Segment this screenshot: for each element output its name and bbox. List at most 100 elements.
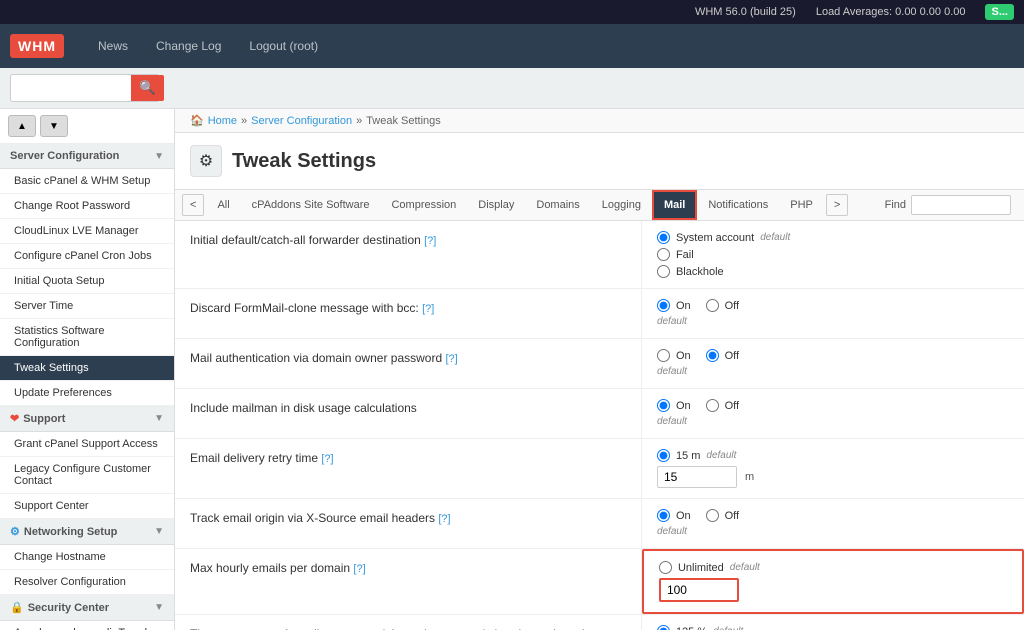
sidebar-item-basic-cpanel[interactable]: Basic cPanel & WHM Setup (0, 169, 174, 194)
nav-news[interactable]: News (84, 27, 142, 65)
sidebar-item-grant-support[interactable]: Grant cPanel Support Access (0, 432, 174, 457)
setting-control-formmail: On Off default (642, 289, 1024, 338)
nav-logout[interactable]: Logout (root) (235, 27, 332, 65)
tab-domains[interactable]: Domains (525, 191, 590, 219)
setting-control-catchall: System account default Fail Blackhole (642, 221, 1024, 288)
top-bar: WHM 56.0 (build 25) Load Averages: 0.00 … (0, 0, 1024, 24)
radio-fail: Fail (657, 248, 1009, 261)
help-link-formmail[interactable]: [?] (422, 303, 434, 315)
whm-version: WHM 56.0 (build 25) (695, 6, 796, 18)
sidebar-section-support[interactable]: ❤ Support ▼ (0, 406, 174, 432)
sidebar-item-cloudlinux[interactable]: CloudLinux LVE Manager (0, 219, 174, 244)
setting-control-maxhourly: Unlimited default (642, 549, 1024, 614)
sidebar-item-hostname[interactable]: Change Hostname (0, 545, 174, 570)
tab-notifications[interactable]: Notifications (697, 191, 779, 219)
help-link-maxhourly[interactable]: [?] (353, 563, 365, 575)
help-link-catchall[interactable]: [?] (424, 235, 436, 247)
retry-input-row: m (657, 466, 1009, 488)
search-bar: 🔍 (0, 68, 1024, 109)
sidebar-item-update-prefs[interactable]: Update Preferences (0, 381, 174, 406)
tab-php[interactable]: PHP (779, 191, 824, 219)
tab-next-button[interactable]: > (826, 194, 848, 216)
network-icon: ⚙ (10, 525, 20, 538)
radio-row-xsource: On Off (657, 509, 1009, 522)
breadcrumb: 🏠 Home » Server Configuration » Tweak Se… (175, 109, 1024, 133)
chevron-down-icon: ▼ (154, 151, 164, 162)
sidebar-down-arrow[interactable]: ▼ (40, 115, 68, 137)
breadcrumb-sep1: » (241, 115, 247, 127)
radio-blackhole: Blackhole (657, 265, 1009, 278)
main-layout: ▲ ▼ Server Configuration ▼ Basic cPanel … (0, 109, 1024, 630)
radio-blackhole-input[interactable] (657, 265, 670, 278)
tab-compression[interactable]: Compression (380, 191, 467, 219)
setting-label-catchall: Initial default/catch-all forwarder dest… (175, 221, 642, 288)
table-row: Include mailman in disk usage calculatio… (175, 389, 1024, 439)
sidebar-section-networking[interactable]: ⚙ Networking Setup ▼ (0, 519, 174, 545)
table-row: Track email origin via X-Source email he… (175, 499, 1024, 549)
breadcrumb-section[interactable]: Server Configuration (251, 115, 352, 127)
sidebar-item-resolver[interactable]: Resolver Configuration (0, 570, 174, 595)
radio-system-account: System account default (657, 231, 1009, 244)
tab-all[interactable]: All (206, 191, 240, 219)
retry-value-input[interactable] (657, 466, 737, 488)
radio-row-mailauth: On Off (657, 349, 1009, 362)
radio-mailman-on[interactable] (657, 399, 670, 412)
radio-formmail-off[interactable] (706, 299, 719, 312)
maxhourly-value-input[interactable] (659, 578, 739, 602)
sidebar-item-change-root[interactable]: Change Root Password (0, 194, 174, 219)
tab-display[interactable]: Display (467, 191, 525, 219)
tab-mail[interactable]: Mail (652, 190, 697, 220)
setting-control-percentage: 125 % default (642, 615, 1024, 630)
sidebar-item-server-time[interactable]: Server Time (0, 294, 174, 319)
sidebar-item-quota[interactable]: Initial Quota Setup (0, 269, 174, 294)
setting-label-mailauth: Mail authentication via domain owner pas… (175, 339, 642, 388)
sidebar-section-security[interactable]: 🔒 Security Center ▼ (0, 595, 174, 621)
help-link-xsource[interactable]: [?] (438, 513, 450, 525)
sidebar-section-networking-label: Networking Setup (24, 526, 154, 538)
chevron-down-icon-network: ▼ (154, 526, 164, 537)
sidebar-section-server-config[interactable]: Server Configuration ▼ (0, 144, 174, 169)
support-icon: ❤ (10, 412, 19, 425)
setting-control-mailman: On Off default (642, 389, 1024, 438)
setting-control-mailauth: On Off default (642, 339, 1024, 388)
tab-prev-button[interactable]: < (182, 194, 204, 216)
radio-row-formmail: On Off (657, 299, 1009, 312)
breadcrumb-home[interactable]: Home (208, 115, 237, 127)
radio-percentage-preset[interactable] (657, 625, 670, 630)
help-link-retry[interactable]: [?] (321, 453, 333, 465)
tab-logging[interactable]: Logging (591, 191, 652, 219)
sidebar-item-legacy-configure[interactable]: Legacy Configure Customer Contact (0, 457, 174, 494)
sidebar: ▲ ▼ Server Configuration ▼ Basic cPanel … (0, 109, 175, 630)
radio-retry-preset[interactable] (657, 449, 670, 462)
help-link-mailauth[interactable]: [?] (445, 353, 457, 365)
find-input[interactable] (911, 195, 1011, 215)
radio-mailauth-off[interactable] (706, 349, 719, 362)
radio-system-account-input[interactable] (657, 231, 670, 244)
setting-label-mailman: Include mailman in disk usage calculatio… (175, 389, 642, 438)
radio-xsource-off[interactable] (706, 509, 719, 522)
main-content: ⚙ Tweak Settings < All cPAddons Site Sof… (175, 133, 1024, 630)
tab-find-area: Find (877, 191, 1019, 219)
setting-label-maxhourly: Max hourly emails per domain [?] (175, 549, 642, 614)
settings-table: Initial default/catch-all forwarder dest… (175, 221, 1024, 630)
sidebar-item-tweak-settings[interactable]: Tweak Settings (0, 356, 174, 381)
sidebar-item-support-center[interactable]: Support Center (0, 494, 174, 519)
nav-changelog[interactable]: Change Log (142, 27, 235, 65)
radio-mailman-off[interactable] (706, 399, 719, 412)
sidebar-item-cron-jobs[interactable]: Configure cPanel Cron Jobs (0, 244, 174, 269)
radio-fail-input[interactable] (657, 248, 670, 261)
sidebar-section-server-config-label: Server Configuration (10, 150, 119, 162)
table-row: Max hourly emails per domain [?] Unlimit… (175, 549, 1024, 615)
radio-mailauth-on[interactable] (657, 349, 670, 362)
search-button[interactable]: 🔍 (131, 75, 164, 101)
sidebar-up-arrow[interactable]: ▲ (8, 115, 36, 137)
search-input[interactable] (11, 77, 131, 99)
radio-unlimited[interactable] (659, 561, 672, 574)
radio-xsource-on[interactable] (657, 509, 670, 522)
table-row: Email delivery retry time [?] 15 m defau… (175, 439, 1024, 499)
tab-cpaddons[interactable]: cPAddons Site Software (241, 191, 381, 219)
page-title: Tweak Settings (232, 150, 376, 173)
sidebar-item-statistics[interactable]: Statistics Software Configuration (0, 319, 174, 356)
radio-formmail-on[interactable] (657, 299, 670, 312)
sidebar-nav-arrows: ▲ ▼ (0, 109, 174, 144)
